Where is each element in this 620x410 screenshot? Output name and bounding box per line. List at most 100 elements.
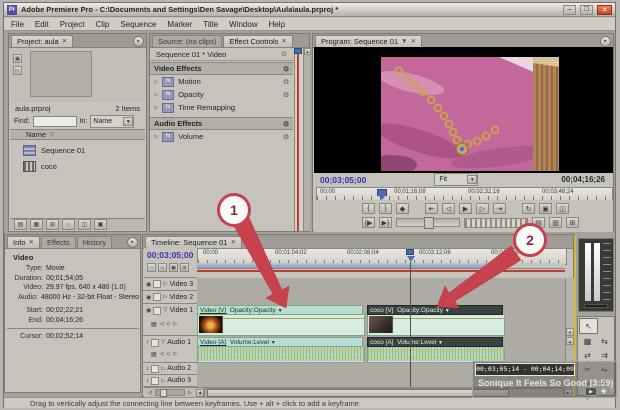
chevron-down-icon[interactable]: ▼	[123, 117, 134, 126]
set-encore-marker-icon[interactable]: ◇	[158, 263, 167, 272]
track-select-tool[interactable]: ▦	[579, 334, 596, 348]
next-keyframe-icon[interactable]: ▷	[173, 321, 177, 328]
find-icon[interactable]: ○	[62, 219, 75, 230]
clip-coco-a-header[interactable]: coco [A] Volume:Level ▼	[367, 337, 503, 347]
project-panel-menu-button[interactable]: ▸	[133, 36, 144, 47]
minimize-button[interactable]: –	[563, 4, 576, 15]
set-display-style-icon[interactable]: ▤	[151, 351, 157, 358]
track-header-video3[interactable]: ◉ ▷ Video 3	[143, 278, 197, 291]
chevron-down-icon[interactable]: ▼	[467, 175, 478, 184]
zoom-level-select[interactable]: Fit ▼	[434, 173, 479, 186]
expander-icon[interactable]: ▷	[161, 366, 165, 372]
track-lock-toggle[interactable]	[153, 293, 162, 301]
expander-icon[interactable]: ▽	[161, 339, 165, 345]
tab-effects[interactable]: Effects	[40, 236, 76, 248]
expander-icon[interactable]: ▽	[163, 307, 167, 313]
ripple-edit-tool[interactable]: ⇆	[596, 334, 613, 348]
icon-view-icon[interactable]: ▦	[30, 219, 43, 230]
program-panel-menu-button[interactable]: ▸	[600, 36, 611, 47]
scroll-left-icon[interactable]: ◀	[195, 388, 204, 397]
menu-project[interactable]: Project	[60, 20, 85, 29]
find-input[interactable]	[32, 116, 77, 127]
project-item-sequence[interactable]: Sequence 01	[10, 143, 145, 158]
menu-title[interactable]: Title	[203, 20, 218, 29]
effect-row-motion[interactable]: ▷ fx Motion ⊙	[150, 75, 293, 88]
project-column-header[interactable]: Name ▽	[10, 129, 145, 140]
toggle-track-output-icon[interactable]: ◉	[146, 294, 151, 301]
zoom-in-icon[interactable]: ▷	[188, 390, 192, 396]
effect-controls-scrollbar[interactable]: ▲	[303, 48, 311, 231]
player-play-button[interactable]: ▶	[585, 387, 597, 396]
clip-effect-display[interactable]: Opacity:Opacity	[397, 307, 443, 314]
scroll-up-icon[interactable]: ▲	[304, 48, 311, 55]
play-in-to-out-button[interactable]: {▶	[362, 217, 375, 228]
project-item-clip[interactable]: coco	[10, 159, 145, 174]
expander-icon[interactable]: ▷	[154, 79, 158, 85]
chevron-down-icon[interactable]: ▼	[271, 340, 276, 346]
effect-row-opacity[interactable]: ▷ fx Opacity ⊙	[150, 88, 293, 101]
clip-video-v-header[interactable]: Video [V] Opacity:Opacity ▼	[197, 305, 363, 315]
tab-timeline[interactable]: Timeline: Sequence 01 ✕	[145, 236, 242, 248]
clip-video-a-body[interactable]	[197, 347, 365, 363]
expander-icon[interactable]: ▷	[163, 281, 167, 287]
track-header-audio2[interactable]: ♪ ▷ Audio 2	[143, 363, 197, 375]
export-frame-button[interactable]: ⊞	[566, 217, 579, 228]
menu-window[interactable]: Window	[229, 20, 257, 29]
shuttle-slider[interactable]	[396, 217, 460, 229]
set-in-point-button[interactable]: {	[362, 203, 375, 214]
set-marker-icon[interactable]: ▣	[169, 263, 178, 272]
clip-effect-display[interactable]: Volume:Level	[230, 339, 269, 346]
expander-icon[interactable]: ▷	[154, 92, 158, 98]
track-lock-toggle[interactable]	[151, 364, 159, 373]
toggle-animation-icon[interactable]: ⊙	[283, 133, 289, 141]
selection-tool[interactable]: ↖	[579, 318, 598, 334]
volume-rubber-band[interactable]	[198, 350, 364, 351]
tab-info[interactable]: Info ✕	[7, 236, 40, 248]
add-marker-button[interactable]: ◆	[396, 203, 409, 214]
info-panel-menu-button[interactable]: ▸	[127, 237, 138, 248]
clip-video-a-header[interactable]: Video [A] Volume:Level ▼	[197, 337, 363, 347]
toggle-animation-icon[interactable]: ⊙	[283, 91, 289, 99]
scrollbar-thumb[interactable]	[206, 388, 509, 397]
toggle-track-audio-icon[interactable]: ♪	[146, 378, 149, 384]
track-content-video2[interactable]	[197, 291, 565, 305]
loop-button[interactable]: ↻	[522, 203, 535, 214]
zoom-slider[interactable]	[154, 389, 185, 397]
list-view-icon[interactable]: ▤	[14, 219, 27, 230]
meter-gain-slider[interactable]	[584, 304, 608, 308]
close-button[interactable]: ✕	[597, 4, 612, 15]
toggle-track-output-icon[interactable]: ◉	[146, 281, 151, 288]
expander-icon[interactable]: ▷	[154, 105, 158, 111]
menu-marker[interactable]: Marker	[167, 20, 192, 29]
menu-clip[interactable]: Clip	[96, 20, 110, 29]
shuttle-handle[interactable]	[424, 217, 434, 229]
title-bar[interactable]: Pr Adobe Premiere Pro - C:\Documents and…	[4, 3, 615, 17]
track-header-video1[interactable]: ◉ ▽ Video 1 ▤ ◁ ◇ ▷	[143, 304, 197, 336]
edit-workspace-icon[interactable]: ⊞	[180, 263, 189, 272]
loop-play-button[interactable]: ▶}	[379, 217, 392, 228]
scroll-down-icon[interactable]: ▼	[566, 328, 574, 336]
close-tab-icon[interactable]: ✕	[230, 237, 235, 248]
player-zoom-icon[interactable]: ○	[610, 387, 614, 394]
expander-icon[interactable]: ▷	[154, 134, 158, 140]
new-bin-icon[interactable]: ◫	[78, 219, 91, 230]
tab-program[interactable]: Program: Sequence 01 ▼ ✕	[315, 35, 423, 47]
close-tab-icon[interactable]: ✕	[411, 36, 416, 47]
clip-coco-v-header[interactable]: coco [V] Opacity:Opacity ▼	[367, 305, 503, 315]
chevron-down-icon[interactable]: ▼	[438, 340, 443, 346]
tab-history[interactable]: History	[76, 236, 113, 248]
effect-row-time-remapping[interactable]: ▷ fx Time Remapping	[150, 101, 293, 114]
program-current-time[interactable]: 00;03;05;00	[320, 175, 366, 185]
play-preview-button[interactable]: ▷	[13, 66, 22, 75]
toggle-track-audio-icon[interactable]: ♪	[146, 339, 149, 345]
play-button[interactable]: ▶	[459, 203, 472, 214]
step-forward-button[interactable]: ▷	[476, 203, 489, 214]
new-item-icon[interactable]: ▣	[94, 219, 107, 230]
rolling-edit-tool[interactable]: ⇄	[579, 348, 596, 362]
timeline-current-time[interactable]: 00;03;05;00	[147, 250, 193, 260]
toggle-track-audio-icon[interactable]: ♪	[146, 366, 149, 372]
chevron-down-icon[interactable]: ▼	[278, 308, 283, 314]
show-timeline-view-icon[interactable]: ⊙	[281, 50, 287, 58]
poster-frame-button[interactable]: ▣	[13, 54, 22, 63]
eye-icon[interactable]: ⊙	[283, 65, 289, 73]
